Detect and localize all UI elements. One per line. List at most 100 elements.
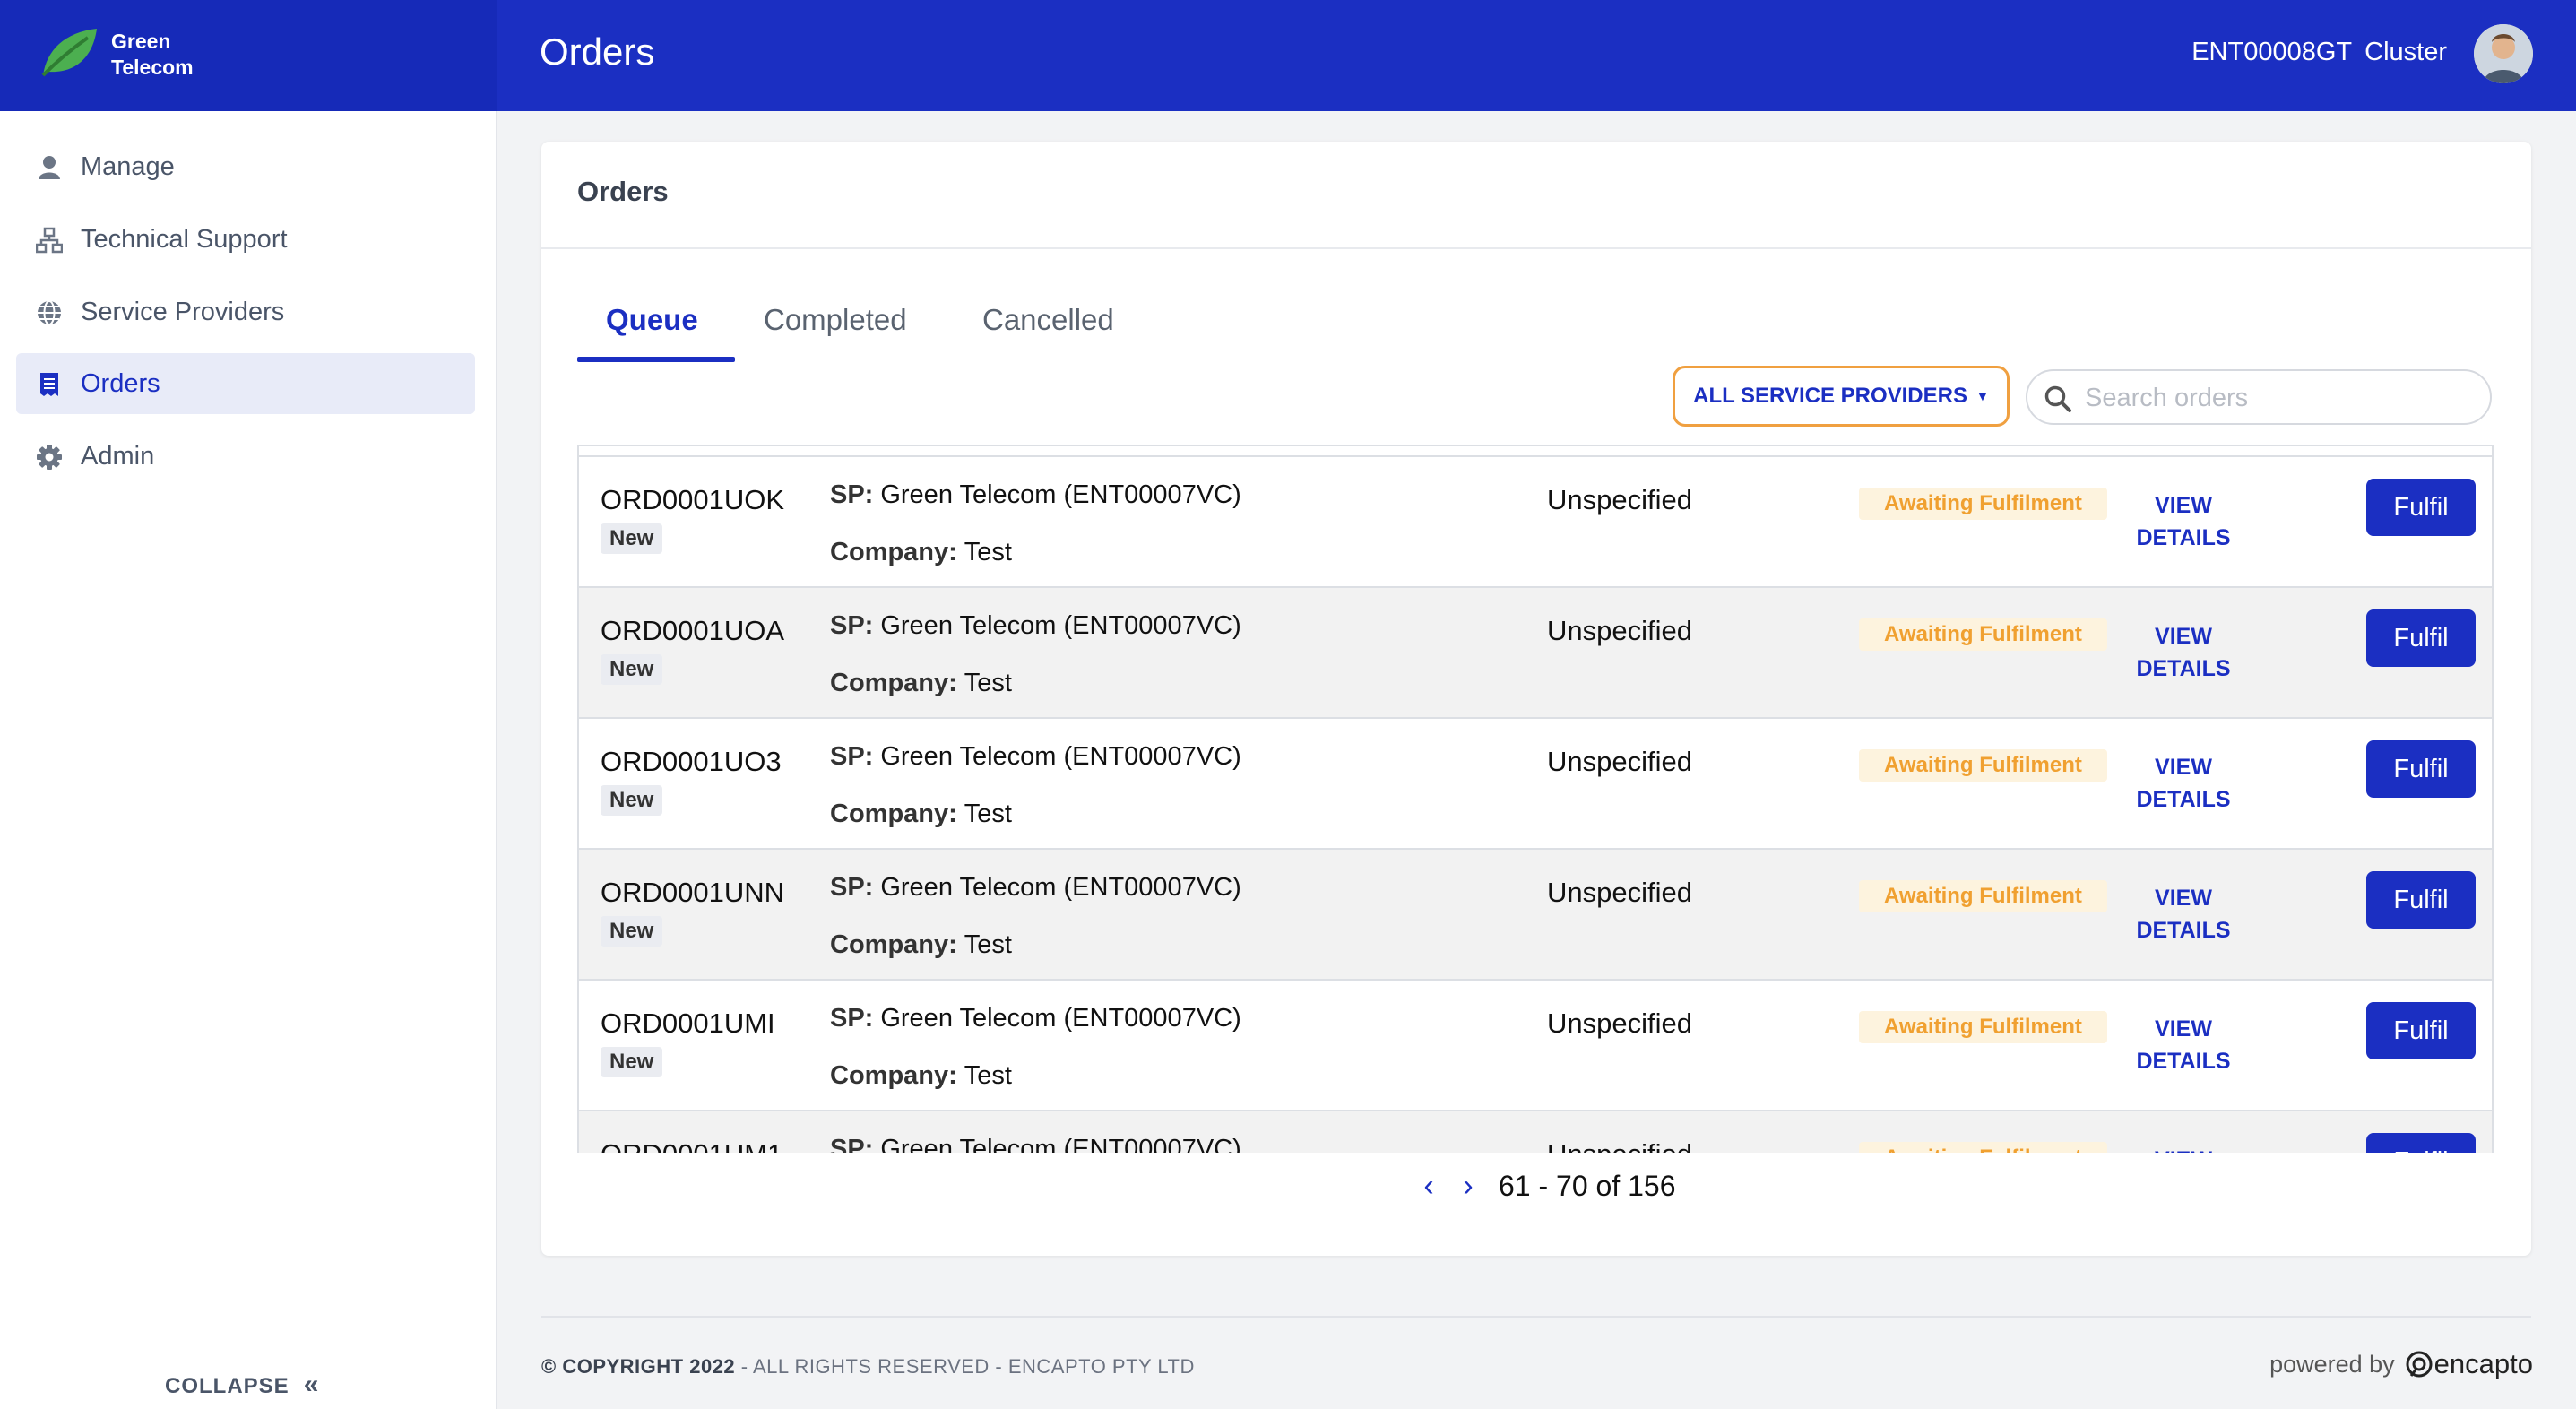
new-badge: New bbox=[601, 1047, 663, 1077]
gear-icon bbox=[37, 445, 62, 470]
company-line: Company: Test bbox=[830, 538, 1012, 567]
search-icon bbox=[2044, 385, 2071, 412]
order-type: Unspecified bbox=[1547, 1007, 1692, 1039]
service-provider-line: SP: Green Telecom (ENT00007VC) bbox=[830, 873, 1241, 903]
fulfil-button[interactable]: Fulfil bbox=[2366, 609, 2476, 667]
view-label: VIEW bbox=[2155, 1016, 2212, 1042]
company-label: Company: bbox=[830, 538, 957, 566]
company-value: Test bbox=[964, 1061, 1012, 1090]
next-page-button[interactable]: › bbox=[1448, 1169, 1488, 1204]
sp-label: SP: bbox=[830, 480, 874, 509]
new-badge: New bbox=[601, 523, 663, 554]
avatar-person-icon bbox=[2474, 24, 2533, 83]
sp-label: SP: bbox=[830, 1004, 874, 1033]
fulfil-button[interactable]: Fulfil bbox=[2366, 871, 2476, 929]
company-label: Company: bbox=[830, 800, 957, 828]
search-input[interactable] bbox=[2085, 380, 2470, 416]
sp-value: Green Telecom (ENT00007VC) bbox=[880, 1004, 1241, 1033]
sidebar-item-manage[interactable]: Manage bbox=[16, 136, 475, 197]
order-type: Unspecified bbox=[1547, 615, 1692, 646]
top-bar: Green Telecom Orders ENT00008GT Cluster bbox=[0, 0, 2576, 111]
active-tab-indicator bbox=[577, 357, 735, 362]
company-value: Test bbox=[964, 538, 1012, 566]
tab-completed[interactable]: Completed bbox=[764, 303, 907, 337]
view-details-link[interactable]: VIEWDETAILS bbox=[2121, 1144, 2246, 1153]
encapto-logo: encapto bbox=[2404, 1348, 2533, 1380]
company-value: Test bbox=[964, 669, 1012, 697]
new-badge: New bbox=[601, 916, 663, 947]
account-role: Cluster bbox=[2364, 38, 2447, 66]
order-type: Unspecified bbox=[1547, 746, 1692, 777]
sp-label: SP: bbox=[830, 611, 874, 640]
footer-divider bbox=[541, 1316, 2531, 1318]
sidebar-item-admin[interactable]: Admin bbox=[16, 426, 475, 487]
view-label: VIEW bbox=[2121, 1144, 2246, 1153]
status-badge: Awaiting Fulfilment bbox=[1859, 880, 2107, 912]
order-id[interactable]: ORD0001UOK bbox=[601, 484, 784, 516]
table-row: ORD0001UM1NewSP:Green Telecom (ENT00007V… bbox=[579, 1110, 2492, 1153]
sidebar: Manage Technical Support Service Provide… bbox=[0, 111, 497, 1409]
account-id: ENT00008GT bbox=[2191, 38, 2353, 66]
table-row: ORD0001UMI New SP: Green Telecom (ENT00007V… bbox=[579, 979, 2492, 1110]
view-label: VIEW bbox=[2155, 493, 2212, 518]
orders-table: ORD0001UOK New SP: Green Telecom (ENT00007V… bbox=[577, 445, 2494, 1153]
brand-name: Green Telecom bbox=[111, 29, 194, 81]
sidebar-item-label: Admin bbox=[81, 441, 155, 471]
prev-page-button[interactable]: ‹ bbox=[1409, 1169, 1448, 1204]
order-id[interactable]: ORD0001UOA bbox=[601, 615, 784, 647]
sidebar-item-technical-support[interactable]: Technical Support bbox=[16, 209, 475, 270]
new-badge: New bbox=[601, 785, 663, 816]
service-provider-select[interactable]: ALL SERVICE PROVIDERS ▼ bbox=[1673, 366, 2010, 427]
sp-value: Green Telecom (ENT00007VC) bbox=[880, 873, 1241, 902]
powered-by[interactable]: powered by encapto bbox=[2269, 1348, 2533, 1380]
page-range: 61 - 70 of 156 bbox=[1499, 1169, 1676, 1202]
fulfil-button[interactable]: Fulfil bbox=[2366, 1133, 2476, 1153]
sidebar-item-orders[interactable]: Orders bbox=[16, 353, 475, 414]
company-label: Company: bbox=[830, 669, 957, 697]
details-label: DETAILS bbox=[2136, 918, 2231, 943]
pagination: ‹ › 61 - 70 of 156 bbox=[1409, 1163, 1675, 1208]
view-details-link[interactable]: VIEWDETAILS bbox=[2121, 882, 2246, 947]
new-badge: New bbox=[601, 654, 663, 685]
double-chevron-left-icon: « bbox=[303, 1370, 320, 1399]
order-id[interactable]: ORD0001UM1 bbox=[601, 1138, 782, 1153]
order-id[interactable]: ORD0001UMI bbox=[601, 1007, 775, 1040]
tab-cancelled[interactable]: Cancelled bbox=[982, 303, 1114, 337]
brand[interactable]: Green Telecom bbox=[0, 0, 497, 111]
collapse-button[interactable]: COLLAPSE « bbox=[165, 1370, 319, 1400]
company-line: Company: Test bbox=[830, 669, 1012, 698]
view-details-link[interactable]: VIEWDETAILS bbox=[2121, 620, 2246, 685]
fulfil-button[interactable]: Fulfil bbox=[2366, 479, 2476, 536]
service-provider-line: SP: Green Telecom (ENT00007VC) bbox=[830, 611, 1241, 641]
status-badge: Awaiting Fulfilment bbox=[1859, 618, 2107, 651]
account-info[interactable]: ENT00008GT Cluster bbox=[2191, 38, 2447, 67]
view-details-link[interactable]: VIEWDETAILS bbox=[2121, 751, 2246, 816]
avatar[interactable] bbox=[2474, 24, 2533, 83]
status-badge: Awaiting Fulfilment bbox=[1859, 749, 2107, 782]
order-id[interactable]: ORD0001UNN bbox=[601, 877, 784, 909]
sidebar-item-service-providers[interactable]: Service Providers bbox=[16, 281, 475, 342]
company-line: Company: Test bbox=[830, 1061, 1012, 1091]
company-value: Test bbox=[964, 800, 1012, 828]
order-id[interactable]: ORD0001UO3 bbox=[601, 746, 782, 778]
company-line: Company: Test bbox=[830, 930, 1012, 960]
view-details-link[interactable]: VIEWDETAILS bbox=[2121, 1013, 2246, 1077]
copyright: © COPYRIGHT 2022 - ALL RIGHTS RESERVED -… bbox=[541, 1355, 1195, 1379]
fulfil-button[interactable]: Fulfil bbox=[2366, 740, 2476, 798]
view-details-link[interactable]: VIEWDETAILS bbox=[2121, 489, 2246, 554]
brand-line-1: Green bbox=[111, 30, 171, 53]
table-row: ORD0001UNN New SP: Green Telecom (ENT00007V… bbox=[579, 848, 2492, 979]
tab-queue[interactable]: Queue bbox=[606, 303, 698, 337]
copyright-bold: © COPYRIGHT 2022 bbox=[541, 1355, 736, 1378]
sp-value: Green Telecom (ENT00007VC) bbox=[880, 1135, 1241, 1153]
fulfil-button[interactable]: Fulfil bbox=[2366, 1002, 2476, 1059]
network-icon bbox=[36, 227, 63, 254]
service-provider-select-value: ALL SERVICE PROVIDERS bbox=[1693, 384, 1967, 408]
copyright-rest: - ALL RIGHTS RESERVED - ENCAPTO PTY LTD bbox=[735, 1355, 1195, 1378]
sp-label: SP: bbox=[830, 742, 874, 771]
caret-down-icon: ▼ bbox=[1976, 389, 1989, 403]
service-provider-line: SP: Green Telecom (ENT00007VC) bbox=[830, 742, 1241, 772]
brand-line-2: Telecom bbox=[111, 56, 194, 79]
sp-label: SP: bbox=[830, 873, 874, 902]
sp-value: Green Telecom (ENT00007VC) bbox=[880, 611, 1241, 640]
